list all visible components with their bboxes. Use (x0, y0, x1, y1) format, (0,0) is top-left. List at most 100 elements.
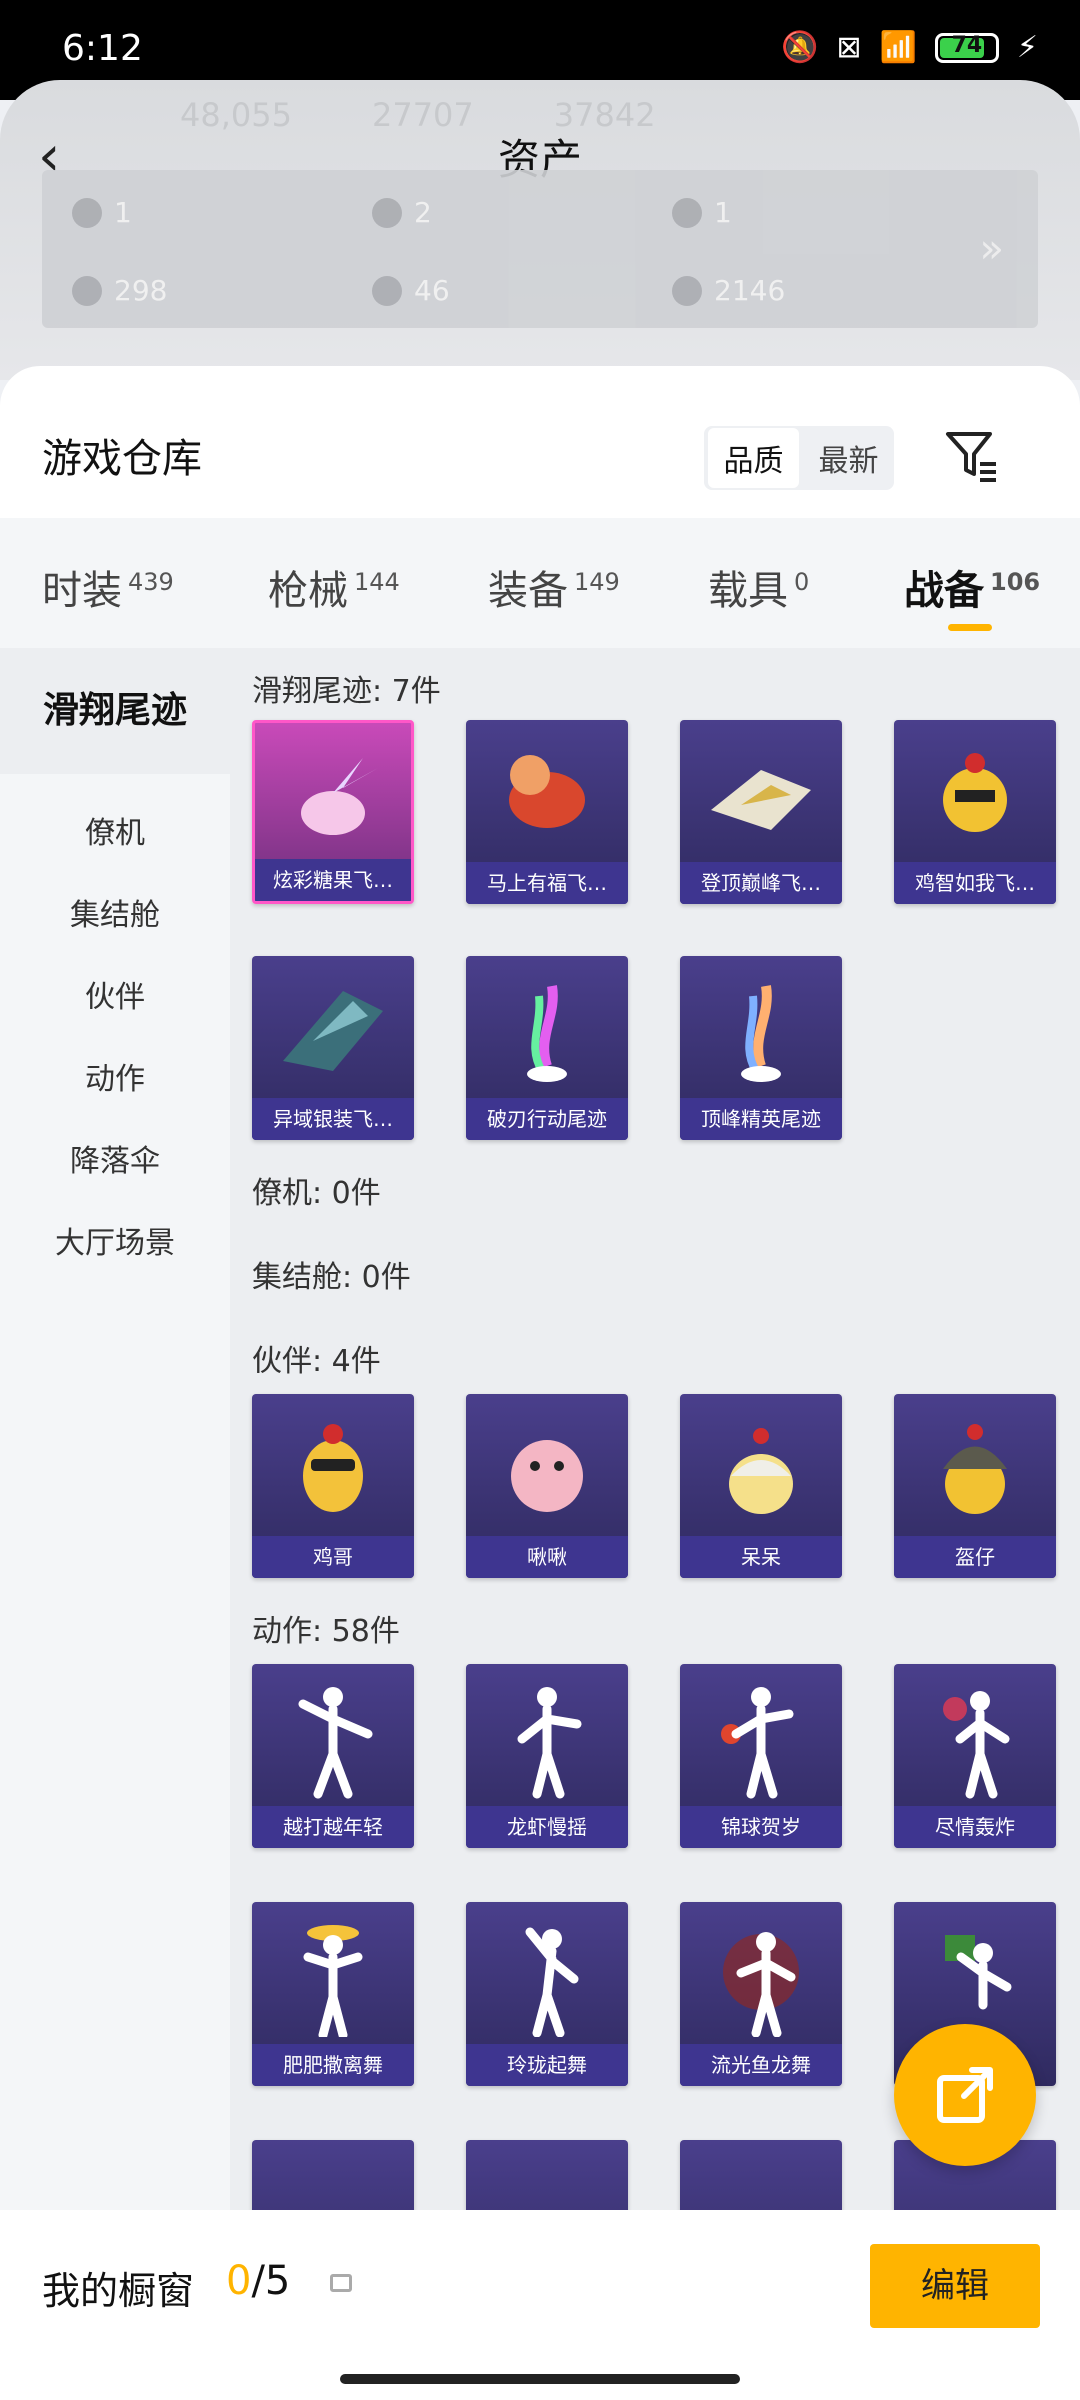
chicken-glider-image (894, 730, 1056, 860)
item-tile[interactable]: 鸡哥 (252, 1394, 414, 1578)
item-tile[interactable]: 异域银装飞… (252, 956, 414, 1140)
item-tile[interactable] (252, 2140, 414, 2210)
item-name: 尽情轰炸 (894, 1806, 1056, 1848)
item-tile[interactable]: 炫彩糖果飞… (252, 720, 414, 904)
asset-panel[interactable]: 1 2 1 298 46 2146 » (42, 170, 1038, 328)
pink-bird-partner-image (466, 1404, 628, 1534)
showcase-label: 我的橱窗 (42, 2269, 195, 2313)
helmet-chicken-partner-image (894, 1404, 1056, 1534)
sidebar-item-wingman[interactable]: 僚机 (0, 808, 230, 852)
sim-off-icon: ⊠ (836, 30, 862, 65)
tab-equipment[interactable]: 装备 149 (488, 558, 620, 616)
chevron-right-icon: » (979, 226, 1004, 272)
chick-partner-image (680, 1404, 842, 1534)
item-tile[interactable]: 登顶巅峰飞… (680, 720, 842, 904)
sidebar-item-glide-trail[interactable]: 滑翔尾迹 (0, 648, 230, 774)
item-tile[interactable] (680, 2140, 842, 2210)
battery-level: 74 (951, 32, 983, 58)
item-grid: 滑翔尾迹: 7件 炫彩糖果飞… 马上有福飞… 登顶巅峰飞… 鸡智如我飞… 异域银… (230, 648, 1080, 2210)
item-tile[interactable]: 马上有福飞… (466, 720, 628, 904)
battery-icon: 74 (934, 32, 999, 63)
sidebar-item-assembly-pod[interactable]: 集结舱 (0, 890, 230, 934)
tab-guns[interactable]: 枪械 144 (268, 558, 400, 616)
dancer-emote-image (680, 1912, 842, 2042)
dancer-emote-image (680, 1674, 842, 1804)
wifi-icon: 📶 (879, 30, 917, 65)
showcase-bar: 我的橱窗 0/5 编辑 (0, 2210, 1080, 2400)
mute-icon: 🔕 (781, 30, 819, 65)
item-tile[interactable]: 锦球贺岁 (680, 1664, 842, 1848)
horse-glider-image (466, 730, 628, 860)
item-tile[interactable]: 龙虾慢摇 (466, 1664, 628, 1848)
item-tile[interactable]: 顶峰精英尾迹 (680, 956, 842, 1140)
item-name: 鸡智如我飞… (894, 862, 1056, 904)
gem-icon (372, 275, 402, 306)
ticket-icon (72, 275, 102, 306)
sort-quality-option[interactable]: 品质 (708, 428, 799, 488)
item-tile[interactable]: 破刃行动尾迹 (466, 956, 628, 1140)
asset-item: 2146 (672, 274, 972, 307)
item-name: 玲珑起舞 (466, 2044, 628, 2086)
sidebar: 滑翔尾迹 僚机 集结舱 伙伴 动作 降落伞 大厅场景 (0, 648, 230, 2210)
showcase-count: 0/5 (226, 2258, 291, 2304)
active-tab-indicator (948, 624, 992, 631)
item-name: 锦球贺岁 (680, 1806, 842, 1848)
jet-glider-image (680, 730, 842, 860)
item-tile[interactable]: 肥肥撒离舞 (252, 1902, 414, 2086)
sort-newest-option[interactable]: 最新 (803, 428, 894, 488)
asset-item: 2 (372, 196, 672, 229)
section-label: 滑翔尾迹: 7件 (252, 674, 441, 709)
item-name: 肥肥撒离舞 (252, 2044, 414, 2086)
filter-button[interactable] (940, 424, 1004, 488)
item-tile[interactable]: 流光鱼龙舞 (680, 1902, 842, 2086)
dancer-emote-image (466, 1912, 628, 2042)
item-tile[interactable]: 尽情轰炸 (894, 1664, 1056, 1848)
item-tile[interactable]: 呆呆 (680, 1394, 842, 1578)
exotic-glider-image (252, 966, 414, 1096)
section-label: 伙伴: 4件 (252, 1344, 381, 1379)
sidebar-item-lobby-scene[interactable]: 大厅场景 (0, 1218, 230, 1262)
tab-vehicles[interactable]: 载具 0 (708, 558, 809, 616)
tab-fashion[interactable]: 时装 439 (42, 558, 174, 616)
elite-trail-image (680, 966, 842, 1096)
asset-item: 46 (372, 274, 672, 307)
section-label: 集结舱: 0件 (252, 1260, 411, 1295)
candy-glider-image (255, 733, 411, 863)
edit-button[interactable]: 编辑 (870, 2244, 1040, 2328)
category-tabs: 时装 439 枪械 144 装备 149 载具 0 战备 106 (0, 518, 1080, 648)
item-name: 登顶巅峰飞… (680, 862, 842, 904)
item-name: 盔仔 (894, 1536, 1056, 1578)
chicken-partner-image (252, 1404, 414, 1534)
rainbow-trail-image (466, 966, 628, 1096)
status-icons: 🔕 ⊠ 📶 74 ⚡ (781, 30, 1038, 65)
item-tile[interactable]: 玲珑起舞 (466, 1902, 628, 2086)
filter-icon (946, 432, 996, 482)
status-time: 6:12 (62, 28, 143, 69)
item-name: 破刃行动尾迹 (466, 1098, 628, 1140)
item-tile[interactable]: 鸡智如我飞… (894, 720, 1056, 904)
charging-icon: ⚡ (1016, 30, 1038, 65)
item-name: 啾啾 (466, 1536, 628, 1578)
item-tile[interactable] (466, 2140, 628, 2210)
share-fab[interactable] (894, 2024, 1036, 2166)
home-indicator[interactable] (340, 2374, 740, 2384)
item-name: 越打越年轻 (252, 1806, 414, 1848)
warehouse-card: 游戏仓库 品质 最新 时装 439 枪械 144 装备 149 载具 0 战备 106 滑… (0, 366, 1080, 2210)
lock-icon (330, 2274, 352, 2292)
external-link-icon (937, 2067, 993, 2123)
badge-icon (672, 197, 702, 228)
item-name: 流光鱼龙舞 (680, 2044, 842, 2086)
section-label: 僚机: 0件 (252, 1176, 381, 1211)
item-name: 鸡哥 (252, 1536, 414, 1578)
sidebar-item-partner[interactable]: 伙伴 (0, 972, 230, 1016)
item-tile[interactable]: 越打越年轻 (252, 1664, 414, 1848)
sidebar-item-emote[interactable]: 动作 (0, 1054, 230, 1098)
dancer-emote-image (252, 1912, 414, 2042)
card-icon (72, 197, 102, 228)
tab-readiness[interactable]: 战备 106 (904, 558, 1040, 616)
asset-item: 1 (72, 196, 372, 229)
item-tile[interactable]: 啾啾 (466, 1394, 628, 1578)
sidebar-item-parachute[interactable]: 降落伞 (0, 1136, 230, 1180)
assets-header: 48,055 27707 37842 ‹ 资产 1 2 1 298 46 214… (0, 80, 1080, 380)
item-tile[interactable]: 盔仔 (894, 1394, 1056, 1578)
